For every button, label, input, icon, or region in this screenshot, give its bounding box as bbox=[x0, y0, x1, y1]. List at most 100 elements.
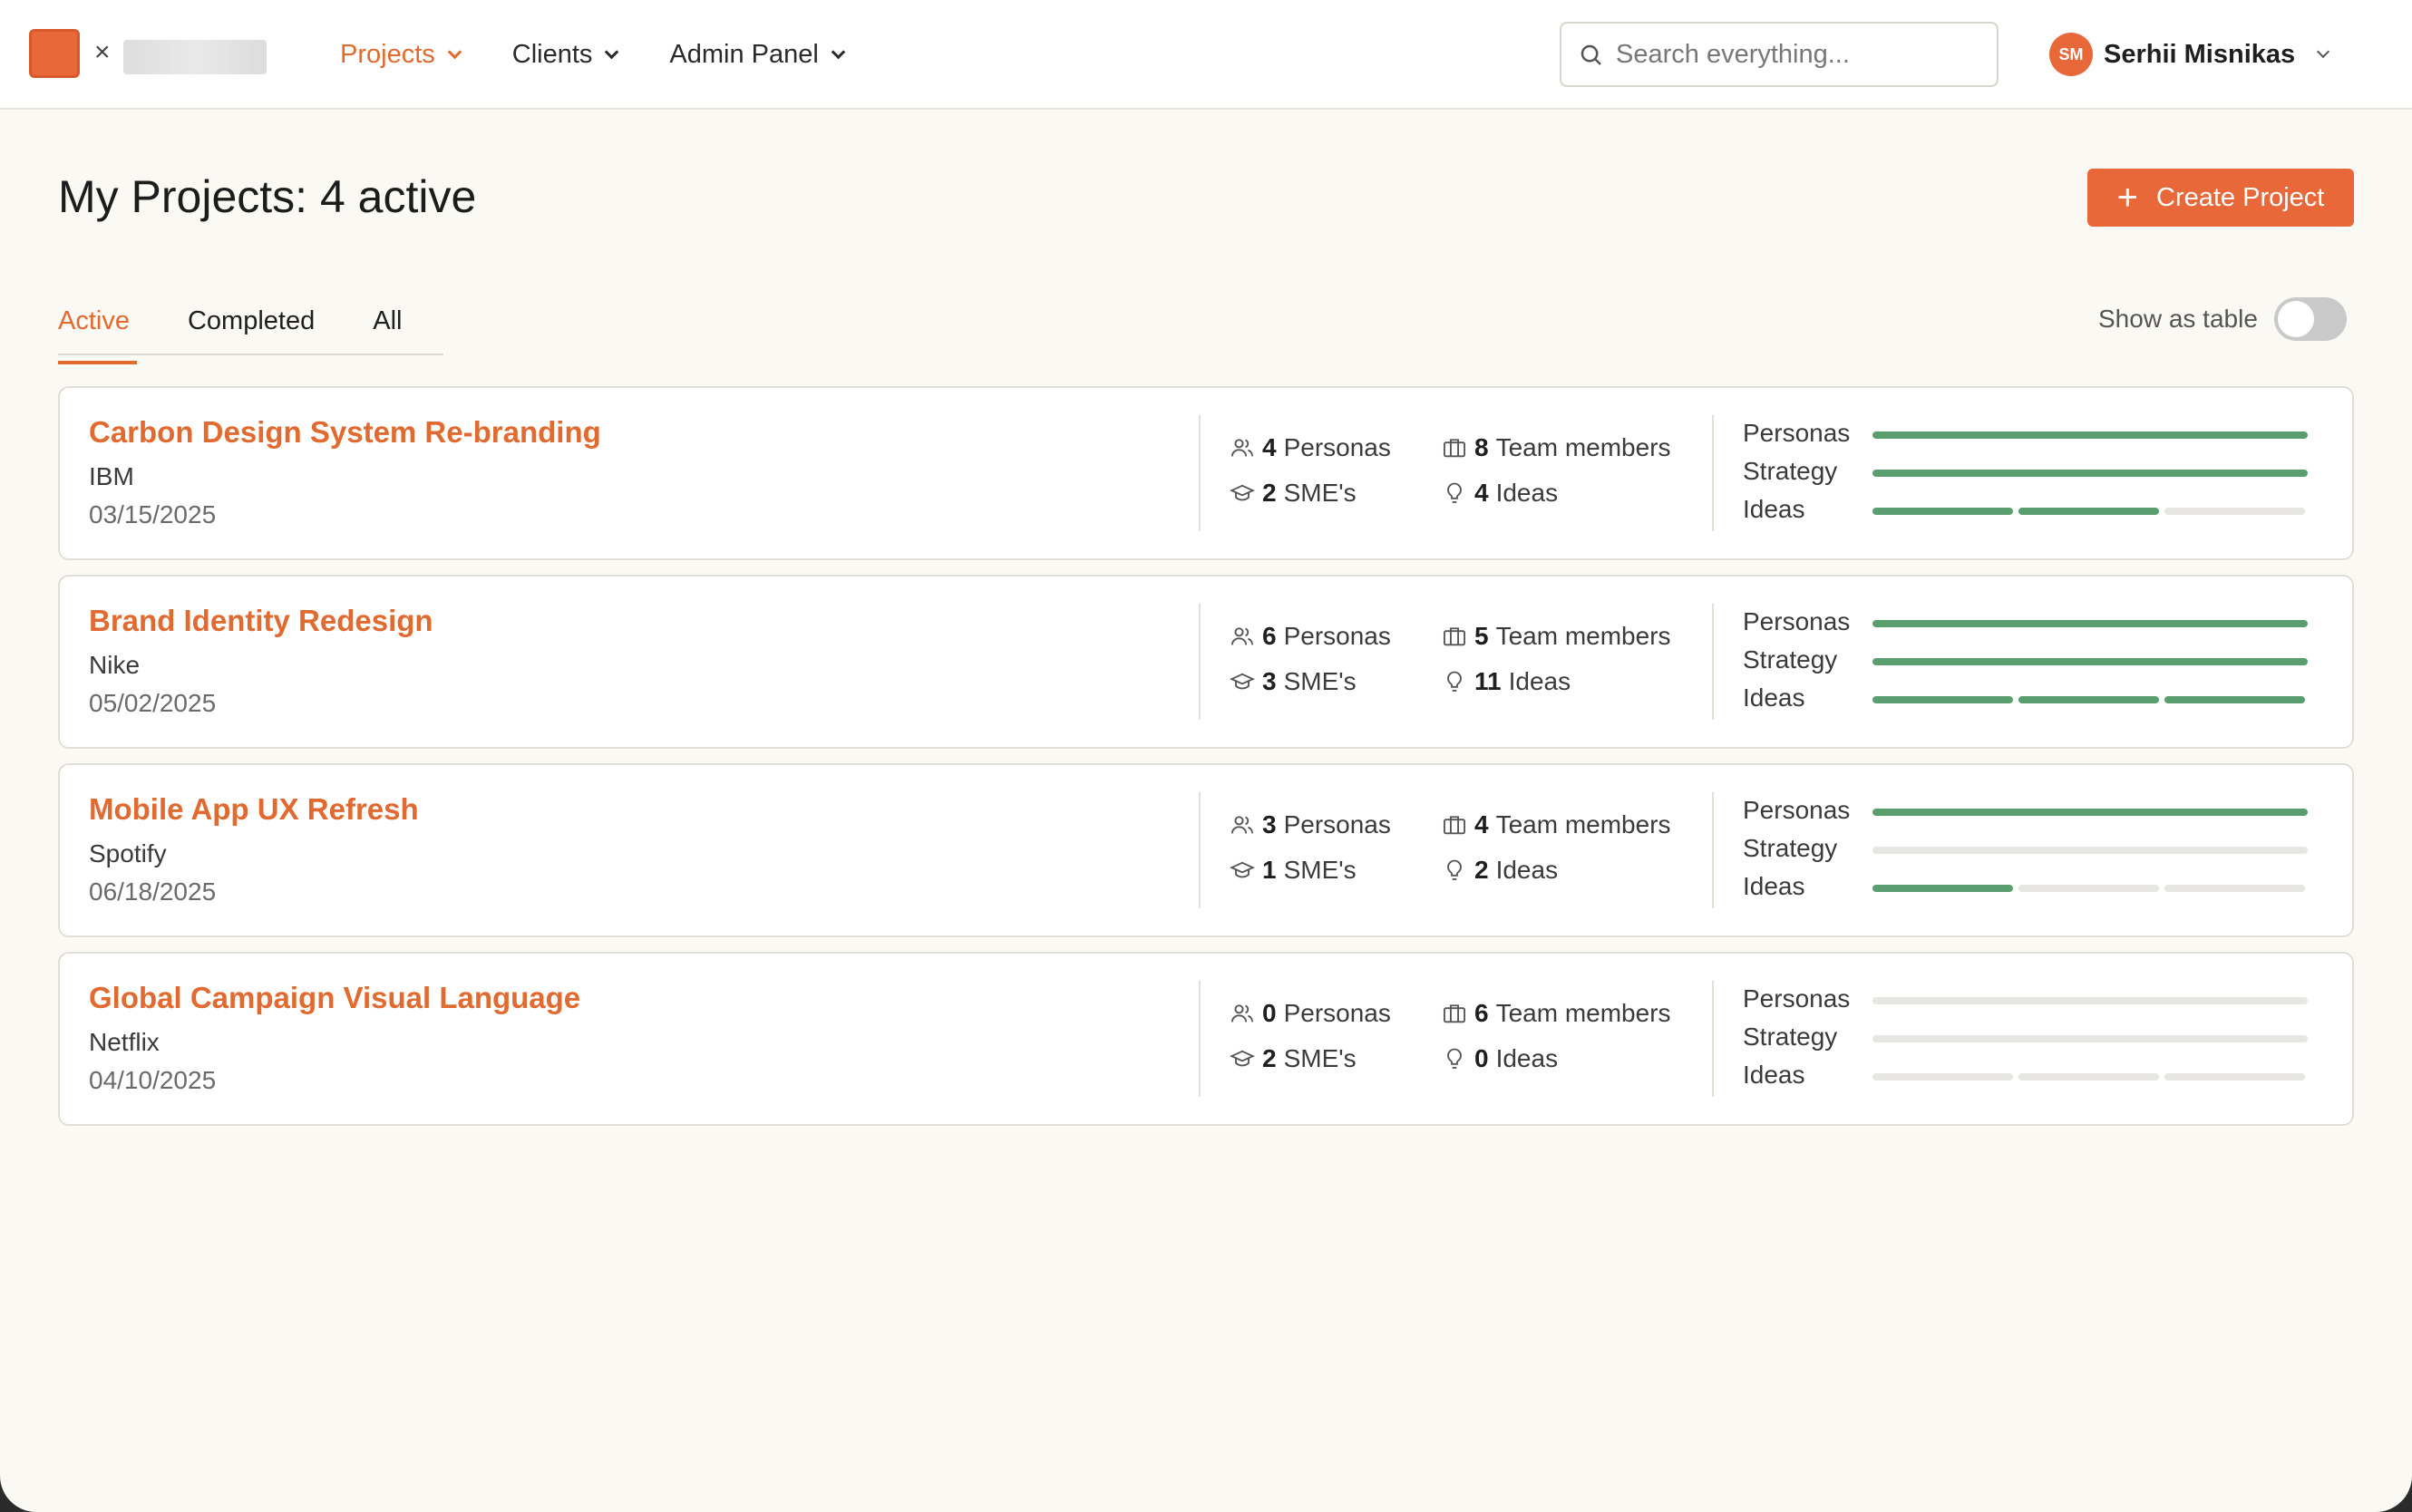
close-icon[interactable]: × bbox=[94, 36, 111, 69]
progress-bar-strategy bbox=[1872, 658, 2308, 665]
stat-team: 5 Team members bbox=[1442, 622, 1671, 651]
team-label: Team members bbox=[1495, 810, 1671, 838]
graduation-cap-icon bbox=[1230, 1046, 1262, 1071]
personas-count: 6 bbox=[1262, 622, 1277, 650]
nav-projects-label: Projects bbox=[340, 40, 435, 69]
progress-bar-personas bbox=[1872, 431, 2308, 439]
progress-bar-strategy bbox=[1872, 470, 2308, 477]
chevron-down-icon bbox=[2317, 44, 2330, 59]
progress-label-strategy: Strategy bbox=[1743, 1023, 1838, 1051]
tab-completed[interactable]: Completed bbox=[188, 296, 315, 354]
briefcase-icon bbox=[1442, 812, 1474, 838]
divider bbox=[1199, 981, 1201, 1097]
project-date: 06/18/2025 bbox=[89, 877, 217, 906]
graduation-cap-icon bbox=[1230, 858, 1262, 883]
brand-logo[interactable] bbox=[29, 29, 80, 78]
avatar: SM bbox=[2049, 33, 2093, 76]
project-card[interactable]: Mobile App UX Refresh Spotify 06/18/2025… bbox=[58, 763, 2354, 937]
brand-name-redacted bbox=[123, 40, 267, 74]
project-card[interactable]: Global Campaign Visual Language Netflix … bbox=[58, 952, 2354, 1126]
progress-label-ideas: Ideas bbox=[1743, 683, 1805, 712]
stat-team: 8 Team members bbox=[1442, 433, 1671, 462]
ideas-label: Ideas bbox=[1495, 479, 1559, 507]
stat-ideas: 4 Ideas bbox=[1442, 479, 1558, 508]
user-menu[interactable]: SM Serhii Misnikas bbox=[2049, 33, 2330, 76]
search-input[interactable] bbox=[1616, 39, 1979, 70]
ideas-label: Ideas bbox=[1508, 667, 1571, 695]
nav-clients[interactable]: Clients bbox=[512, 33, 619, 76]
app-window: × Projects Clients Admin Panel SM Serhii… bbox=[0, 0, 2412, 1512]
progress-label-ideas: Ideas bbox=[1743, 872, 1805, 900]
personas-icon bbox=[1230, 435, 1262, 460]
progress-bar-personas bbox=[1872, 809, 2308, 816]
personas-icon bbox=[1230, 812, 1262, 838]
progress-label-personas: Personas bbox=[1743, 607, 1851, 635]
team-label: Team members bbox=[1495, 999, 1671, 1027]
project-list: Carbon Design System Re-branding IBM 03/… bbox=[58, 386, 2354, 1140]
smes-label: SME's bbox=[1283, 667, 1357, 695]
briefcase-icon bbox=[1442, 624, 1474, 649]
show-as-table-label: Show as table bbox=[2098, 305, 2258, 333]
project-title[interactable]: Brand Identity Redesign bbox=[89, 604, 433, 638]
stat-personas: 4 Personas bbox=[1230, 433, 1391, 462]
nav-admin-panel-label: Admin Panel bbox=[669, 40, 819, 69]
tab-active[interactable]: Active bbox=[58, 296, 137, 364]
lightbulb-icon bbox=[1442, 858, 1474, 883]
progress-bar-ideas-segment bbox=[1872, 508, 2013, 515]
project-title[interactable]: Carbon Design System Re-branding bbox=[89, 415, 601, 450]
project-date: 03/15/2025 bbox=[89, 500, 217, 528]
progress-bar-personas bbox=[1872, 620, 2308, 627]
ideas-label: Ideas bbox=[1495, 856, 1559, 884]
progress-label-strategy: Strategy bbox=[1743, 645, 1838, 674]
divider bbox=[1199, 604, 1201, 720]
project-card[interactable]: Brand Identity Redesign Nike 05/02/2025 … bbox=[58, 575, 2354, 749]
smes-label: SME's bbox=[1283, 1044, 1357, 1072]
team-count: 8 bbox=[1474, 433, 1489, 461]
nav-admin-panel[interactable]: Admin Panel bbox=[669, 33, 846, 76]
ideas-count: 11 bbox=[1474, 667, 1502, 695]
progress-label-personas: Personas bbox=[1743, 419, 1851, 447]
stat-team: 4 Team members bbox=[1442, 810, 1671, 839]
project-tabs: Active Completed All bbox=[58, 296, 443, 364]
stat-ideas: 0 Ideas bbox=[1442, 1044, 1558, 1073]
progress-bar-ideas-segment bbox=[2164, 885, 2305, 892]
stat-smes: 1 SME's bbox=[1230, 856, 1357, 885]
progress-bar-personas bbox=[1872, 997, 2308, 1004]
team-count: 6 bbox=[1474, 999, 1489, 1027]
nav-projects[interactable]: Projects bbox=[340, 33, 462, 76]
project-title[interactable]: Mobile App UX Refresh bbox=[89, 792, 419, 827]
team-label: Team members bbox=[1495, 433, 1671, 461]
graduation-cap-icon bbox=[1230, 669, 1262, 694]
smes-count: 3 bbox=[1262, 667, 1277, 695]
project-card[interactable]: Carbon Design System Re-branding IBM 03/… bbox=[58, 386, 2354, 560]
progress-bar-ideas-segment bbox=[2018, 1073, 2159, 1081]
smes-count: 2 bbox=[1262, 479, 1277, 507]
lightbulb-icon bbox=[1442, 480, 1474, 506]
stat-personas: 0 Personas bbox=[1230, 999, 1391, 1028]
ideas-label: Ideas bbox=[1495, 1044, 1559, 1072]
project-date: 05/02/2025 bbox=[89, 689, 217, 717]
personas-label: Personas bbox=[1283, 999, 1391, 1027]
create-project-label: Create Project bbox=[2156, 182, 2325, 212]
stat-personas: 6 Personas bbox=[1230, 622, 1391, 651]
divider bbox=[1199, 415, 1201, 531]
progress-label-ideas: Ideas bbox=[1743, 495, 1805, 523]
smes-count: 1 bbox=[1262, 856, 1277, 884]
personas-label: Personas bbox=[1283, 433, 1391, 461]
progress-bar-ideas-segment bbox=[2164, 696, 2305, 703]
create-project-button[interactable]: + Create Project bbox=[2087, 169, 2354, 227]
show-as-table-control: Show as table bbox=[2098, 297, 2347, 341]
project-title[interactable]: Global Campaign Visual Language bbox=[89, 981, 580, 1015]
ideas-count: 4 bbox=[1474, 479, 1489, 507]
project-client: Netflix bbox=[89, 1028, 160, 1056]
progress-bar-ideas-segment bbox=[1872, 1073, 2013, 1081]
project-date: 04/10/2025 bbox=[89, 1066, 217, 1094]
ideas-count: 0 bbox=[1474, 1044, 1489, 1072]
stat-ideas: 11 Ideas bbox=[1442, 667, 1571, 696]
show-as-table-toggle[interactable] bbox=[2273, 297, 2347, 341]
tab-all[interactable]: All bbox=[373, 296, 402, 354]
personas-count: 4 bbox=[1262, 433, 1277, 461]
personas-icon bbox=[1230, 1001, 1262, 1026]
progress-bar-strategy bbox=[1872, 1035, 2308, 1042]
plus-icon: + bbox=[2116, 178, 2138, 218]
